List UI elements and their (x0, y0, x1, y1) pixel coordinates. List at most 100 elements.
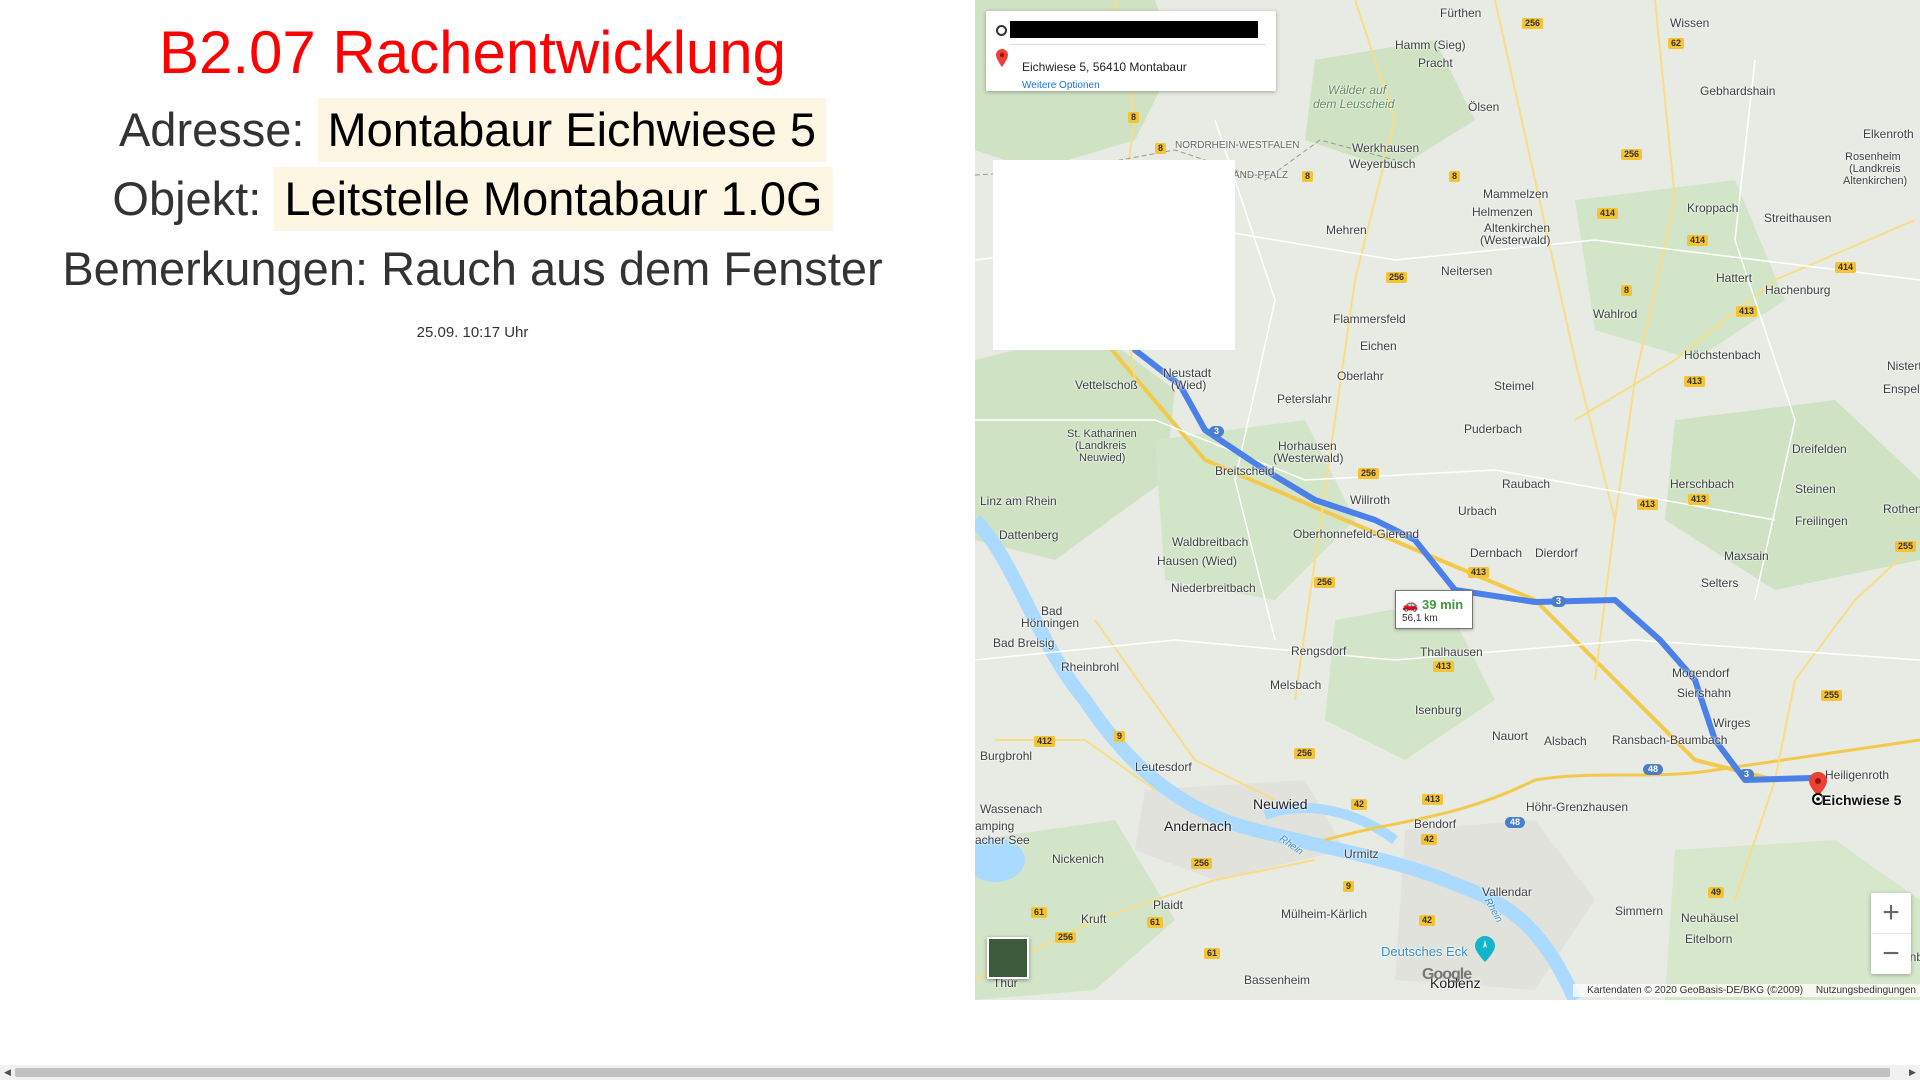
autobahn-shield: 3 (1551, 596, 1567, 607)
object-label: Objekt: (112, 172, 262, 225)
road-shield: 8 (1302, 171, 1314, 182)
map-label: Freilingen (1795, 514, 1848, 528)
map-label: Dernbach (1470, 546, 1523, 560)
map-label: Wälder auf (1328, 83, 1387, 97)
route-duration: 39 min (1422, 597, 1464, 612)
map-label: Enspel (1883, 382, 1920, 396)
map-label: (Westerwald) (1480, 233, 1551, 247)
directions-card: Eichwiese 5, 56410 Montabaur Weitere Opt… (986, 11, 1276, 91)
map-label: Heiligenroth (1825, 768, 1890, 782)
map-label: AND-PFALZ (1233, 170, 1289, 181)
destination-text[interactable]: Eichwiese 5, 56410 Montabaur (1022, 60, 1187, 74)
road-shield: 414 (1687, 235, 1709, 246)
origin-dot-icon (996, 25, 1007, 36)
road-shield: 256 (1621, 149, 1643, 160)
google-logo: Google (1422, 966, 1472, 983)
incident-timestamp: 25.09. 10:17 Uhr (416, 324, 529, 341)
map-label: Melsbach (1270, 678, 1322, 692)
map-label: (Landkreis (1075, 440, 1127, 452)
road-shield: 8 (1155, 143, 1167, 154)
map-label: Simmern (1615, 904, 1664, 918)
map-label: Dierdorf (1535, 546, 1578, 560)
road-shield: 413 (1684, 376, 1706, 387)
road-shield: 256 (1314, 577, 1336, 588)
map-label: Herschbach (1670, 477, 1735, 491)
remarks: Bemerkungen: Rauch aus dem Fenster (62, 242, 883, 295)
map-label: Mammelzen (1483, 187, 1549, 201)
road-shield: 61 (1204, 948, 1221, 959)
road-shield: 42 (1421, 834, 1438, 845)
map-label: (Landkreis (1849, 163, 1901, 175)
map-label: Andernach (1164, 818, 1232, 834)
map-label: Urmitz (1344, 847, 1379, 861)
road-shield: 9 (1114, 731, 1126, 742)
route-map[interactable]: Fürthen Wissen Hamm (Sieg) Pracht Gebhar… (975, 0, 1920, 1000)
map-label: Altenkirchen) (1843, 175, 1908, 187)
autobahn-shield: 48 (1643, 764, 1664, 775)
object-row: Objekt: Leitstelle Montabaur 1.0G (0, 167, 945, 231)
map-label: Fürthen (1440, 6, 1482, 20)
road-shield: 61 (1147, 917, 1164, 928)
scrollbar-thumb[interactable] (15, 1068, 1890, 1077)
road-shield: 255 (1895, 541, 1917, 552)
origin-redacted[interactable] (1010, 21, 1258, 38)
road-shield: 414 (1835, 262, 1857, 273)
map-label: Nauort (1492, 729, 1529, 743)
map-label: dem Leuscheid (1313, 97, 1395, 111)
road-shield: 256 (1386, 272, 1408, 283)
terms-link[interactable]: Nutzungsbedingungen (1816, 985, 1916, 996)
road-shield: 256 (1522, 18, 1544, 29)
map-label: Oberhonnefeld-Gierend (1293, 527, 1420, 541)
map-label: Puderbach (1464, 422, 1523, 436)
map-label: Linz am Rhein (980, 494, 1057, 508)
object-value: Leitstelle Montabaur 1.0G (274, 167, 833, 231)
map-label: acher See (975, 833, 1030, 847)
map-label: Pracht (1418, 56, 1453, 70)
satellite-toggle[interactable] (987, 937, 1029, 979)
map-label: Burgbrohl (980, 749, 1033, 763)
map-label: Mülheim-Kärlich (1281, 907, 1368, 921)
road-shield: 8 (1621, 285, 1633, 296)
scroll-right-icon[interactable]: ▶ (1905, 1065, 1920, 1080)
more-options-link[interactable]: Weitere Optionen (1022, 80, 1100, 91)
incident-panel: B2.07 Rachentwicklung Adresse: Montabaur… (0, 0, 975, 1000)
zoom-out-button[interactable]: − (1871, 934, 1911, 974)
road-shield: 42 (1419, 915, 1436, 926)
zoom-in-button[interactable]: + (1871, 893, 1911, 933)
route-info-bubble[interactable]: 🚗 39 min 56,1 km (1395, 590, 1473, 629)
landmark-marker-icon[interactable] (1475, 936, 1495, 962)
map-label: Ölsen (1468, 100, 1500, 114)
road-shield: 42 (1351, 799, 1368, 810)
map-label: Eichen (1360, 339, 1397, 353)
map-label: Hamm (Sieg) (1395, 38, 1466, 52)
road-shield: 413 (1422, 794, 1444, 805)
scroll-left-icon[interactable]: ◀ (0, 1065, 15, 1080)
autobahn-shield: 3 (1739, 769, 1755, 780)
horizontal-scrollbar[interactable]: ◀ ▶ (0, 1065, 1920, 1080)
map-label: Ransbach-Baumbach (1612, 733, 1728, 747)
map-label: Höchstenbach (1684, 348, 1761, 362)
map-label: Breitscheid (1215, 464, 1275, 478)
map-label: Kruft (1081, 912, 1107, 926)
map-label: Bassenheim (1244, 973, 1311, 987)
map-label: Rheinbrohl (1061, 660, 1120, 674)
address-value: Montabaur Eichwiese 5 (317, 98, 827, 162)
road-shield: 413 (1688, 494, 1710, 505)
map-label: Waldbreitbach (1172, 535, 1249, 549)
map-attribution: Kartendaten © 2020 GeoBasis-DE/BKG (©200… (1573, 984, 1920, 997)
map-label: Leutesdorf (1135, 760, 1192, 774)
route-distance: 56,1 km (1402, 613, 1438, 624)
map-label: Bad Breisig (993, 636, 1055, 650)
map-label: Alsbach (1544, 734, 1587, 748)
address-row: Adresse: Montabaur Eichwiese 5 (0, 98, 945, 162)
map-label: Neuwied) (1079, 452, 1126, 464)
map-label: Neuwied (1253, 796, 1308, 812)
map-label: Neuhäusel (1681, 911, 1739, 925)
map-label: Urbach (1458, 504, 1497, 518)
map-label: Weyerbusch (1349, 157, 1416, 171)
map-label: Siershahn (1677, 686, 1732, 700)
map-label: Steimel (1494, 379, 1535, 393)
map-label: Hönningen (1021, 616, 1080, 630)
address-label: Adresse: (118, 103, 305, 156)
road-shield: 8 (1128, 112, 1140, 123)
